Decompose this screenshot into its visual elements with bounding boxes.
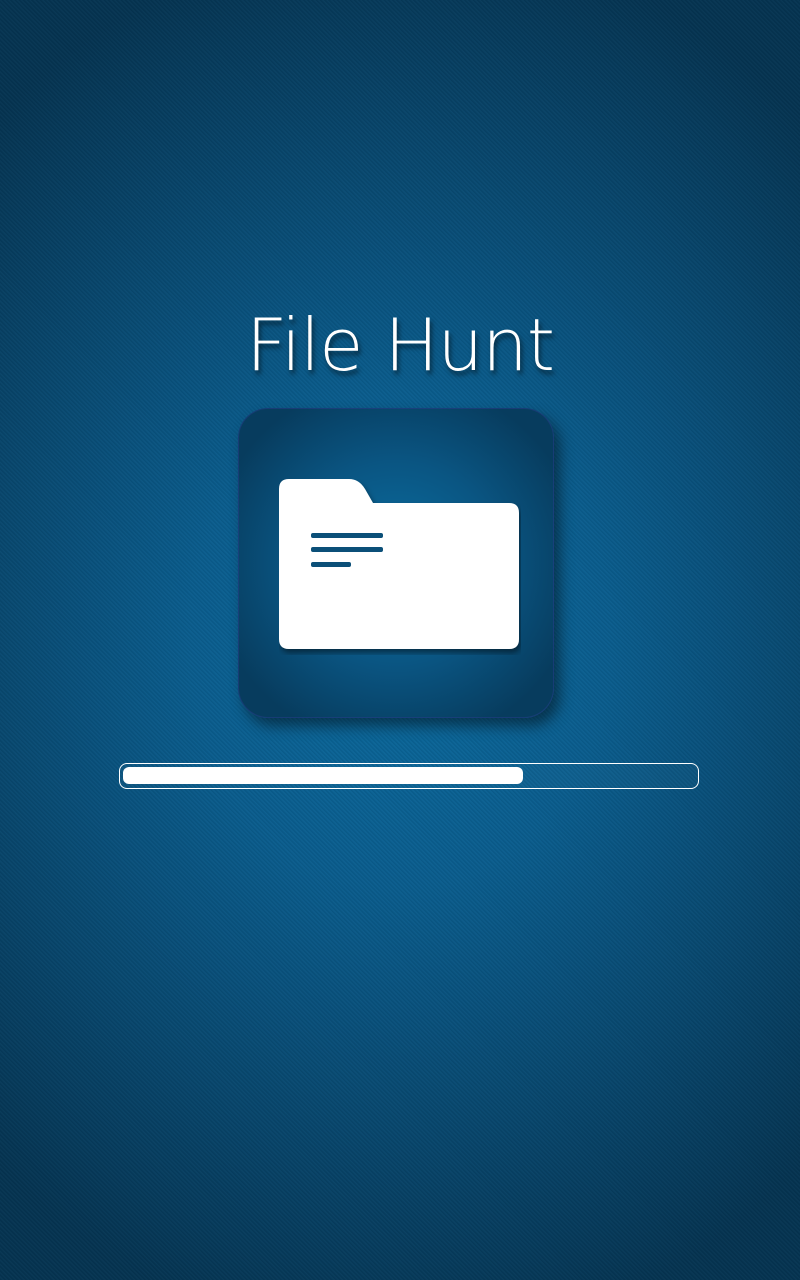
- loading-progress-fill: [123, 767, 523, 784]
- splash-screen: File Hunt: [0, 0, 800, 1280]
- app-icon: [238, 408, 554, 718]
- app-title: File Hunt: [245, 303, 555, 387]
- loading-progress-bar: [119, 763, 699, 789]
- folder-document-icon: [279, 479, 519, 649]
